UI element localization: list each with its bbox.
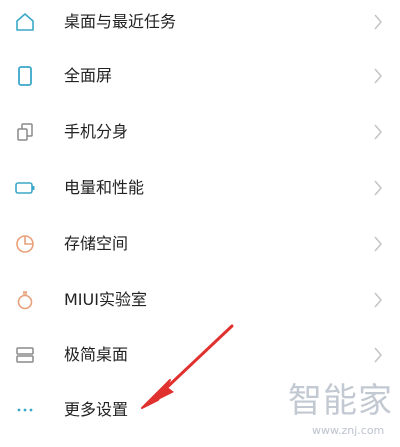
chevron-right-icon — [373, 123, 383, 141]
chevron-right-icon — [373, 13, 383, 31]
settings-item-full-screen[interactable]: 全面屏 — [0, 56, 400, 96]
more-dots-icon — [13, 398, 37, 422]
settings-item-battery-performance[interactable]: 电量和性能 — [0, 168, 400, 208]
settings-item-label: 更多设置 — [64, 400, 129, 419]
settings-item-label: 桌面与最近任务 — [64, 12, 177, 31]
battery-icon — [13, 176, 37, 200]
phone-icon — [13, 64, 37, 88]
chevron-right-icon — [373, 346, 383, 364]
settings-item-label: 极简桌面 — [64, 345, 129, 364]
chevron-right-icon — [373, 235, 383, 253]
chevron-right-icon — [373, 291, 383, 309]
settings-item-label: 手机分身 — [64, 122, 129, 141]
flask-icon — [13, 288, 37, 312]
settings-item-label: 全面屏 — [64, 66, 113, 85]
settings-item-label: MIUI实验室 — [64, 290, 147, 309]
settings-item-label: 电量和性能 — [64, 178, 145, 197]
settings-item-simple-desktop[interactable]: 极简桌面 — [0, 335, 400, 375]
settings-page: 桌面与最近任务 全面屏 手机分身 电量和性能 存储空间 MIUI实验室 极简桌面… — [0, 0, 400, 447]
settings-item-more-settings[interactable]: 更多设置 — [0, 390, 400, 430]
simple-desktop-icon — [13, 343, 37, 367]
settings-item-miui-lab[interactable]: MIUI实验室 — [0, 280, 400, 320]
chevron-right-icon — [373, 179, 383, 197]
settings-item-desktop-recents[interactable]: 桌面与最近任务 — [0, 2, 400, 42]
storage-pie-icon — [13, 232, 37, 256]
settings-item-label: 存储空间 — [64, 234, 129, 253]
dual-copy-icon — [13, 120, 37, 144]
settings-item-second-space[interactable]: 手机分身 — [0, 112, 400, 152]
settings-item-storage[interactable]: 存储空间 — [0, 224, 400, 264]
home-icon — [13, 10, 37, 34]
chevron-right-icon — [373, 67, 383, 85]
